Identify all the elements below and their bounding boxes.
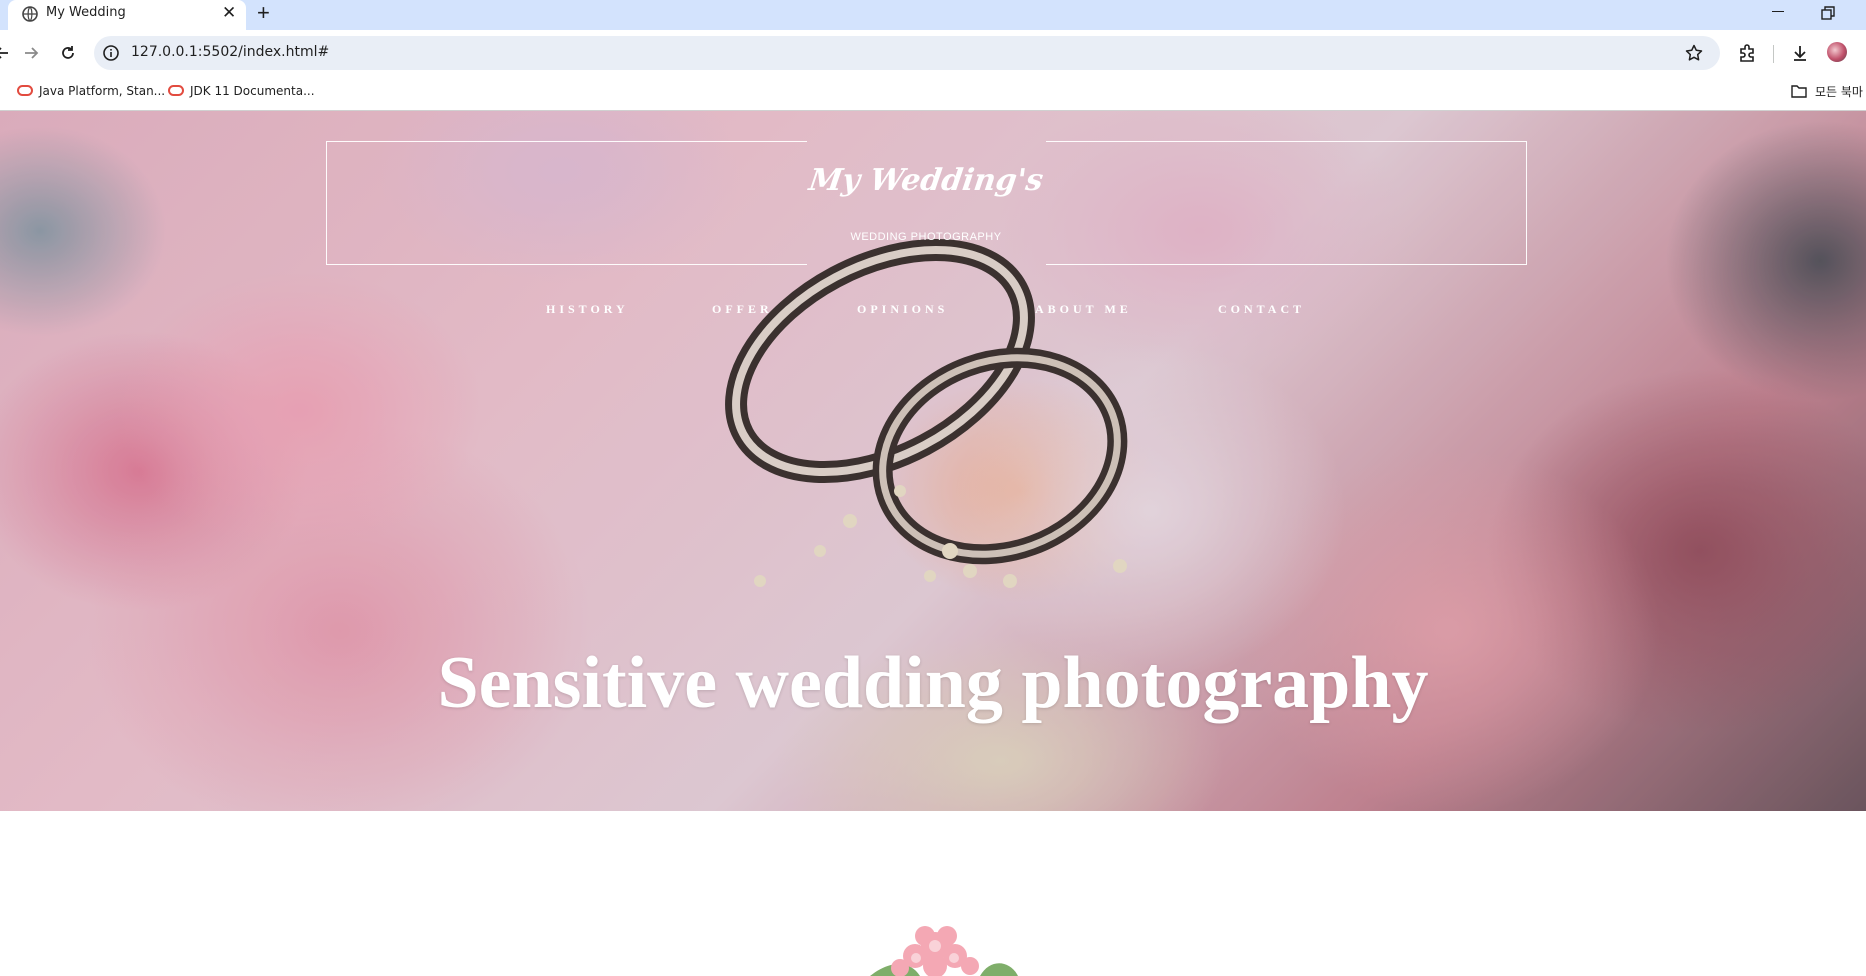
extensions-puzzle-icon[interactable] xyxy=(1737,43,1757,63)
restore-window-icon[interactable] xyxy=(1819,4,1837,22)
nav-link-about-me[interactable]: ABOUT ME xyxy=(1035,302,1132,317)
all-bookmarks-link[interactable]: 모든 북마 xyxy=(1815,83,1863,100)
browser-tab[interactable]: My Wedding ✕ xyxy=(8,0,246,30)
minimize-window-icon[interactable] xyxy=(1772,11,1784,12)
bookmark-label: Java Platform, Stan... xyxy=(39,84,166,98)
nav-link-history[interactable]: HISTORY xyxy=(546,302,629,317)
logo-frame-left xyxy=(326,141,807,265)
bookmark-star-icon[interactable] xyxy=(1684,43,1704,63)
nav-link-contact[interactable]: CONTACT xyxy=(1218,302,1305,317)
address-bar[interactable]: 127.0.0.1:5502/index.html# xyxy=(94,36,1720,70)
bookmarks-bar: Java Platform, Stan... JDK 11 Documenta.… xyxy=(0,76,1866,111)
bookmark-java-platform[interactable]: Java Platform, Stan... xyxy=(17,84,165,98)
profile-avatar[interactable] xyxy=(1827,42,1847,62)
bookmark-label: JDK 11 Documenta... xyxy=(190,84,315,98)
tab-title: My Wedding xyxy=(46,5,126,20)
reload-icon[interactable] xyxy=(58,43,78,63)
flower-decoration-image xyxy=(870,926,1018,976)
site-info-icon[interactable] xyxy=(102,44,120,62)
toolbar-divider xyxy=(1773,45,1774,63)
main-nav: HISTORY OFFER OPINIONS ABOUT ME CONTACT xyxy=(0,302,1866,322)
folder-icon[interactable] xyxy=(1791,84,1807,98)
close-tab-icon[interactable]: ✕ xyxy=(222,3,236,23)
browser-toolbar: 127.0.0.1:5502/index.html# xyxy=(0,30,1866,76)
oracle-icon xyxy=(17,85,33,96)
url-text[interactable]: 127.0.0.1:5502/index.html# xyxy=(131,44,329,60)
oracle-icon xyxy=(168,85,184,96)
nav-link-offer[interactable]: OFFER xyxy=(712,302,773,317)
hero-section: My Wedding's WEDDING PHOTOGRAPHY HISTORY… xyxy=(0,111,1866,811)
site-logo[interactable]: My Wedding's xyxy=(804,163,1049,198)
back-arrow-icon[interactable] xyxy=(0,43,12,63)
download-icon[interactable] xyxy=(1790,43,1810,63)
browser-tabstrip: My Wedding ✕ + xyxy=(0,0,1866,30)
nav-link-opinions[interactable]: OPINIONS xyxy=(857,302,948,317)
globe-icon xyxy=(22,6,38,22)
bookmark-jdk-docs[interactable]: JDK 11 Documenta... xyxy=(168,84,315,98)
site-tagline: WEDDING PHOTOGRAPHY xyxy=(850,231,1002,243)
logo-frame-right xyxy=(1046,141,1527,265)
forward-arrow-icon[interactable] xyxy=(21,43,41,63)
new-tab-button[interactable]: + xyxy=(257,1,270,25)
hero-heading: Sensitive wedding photography xyxy=(437,641,1429,724)
